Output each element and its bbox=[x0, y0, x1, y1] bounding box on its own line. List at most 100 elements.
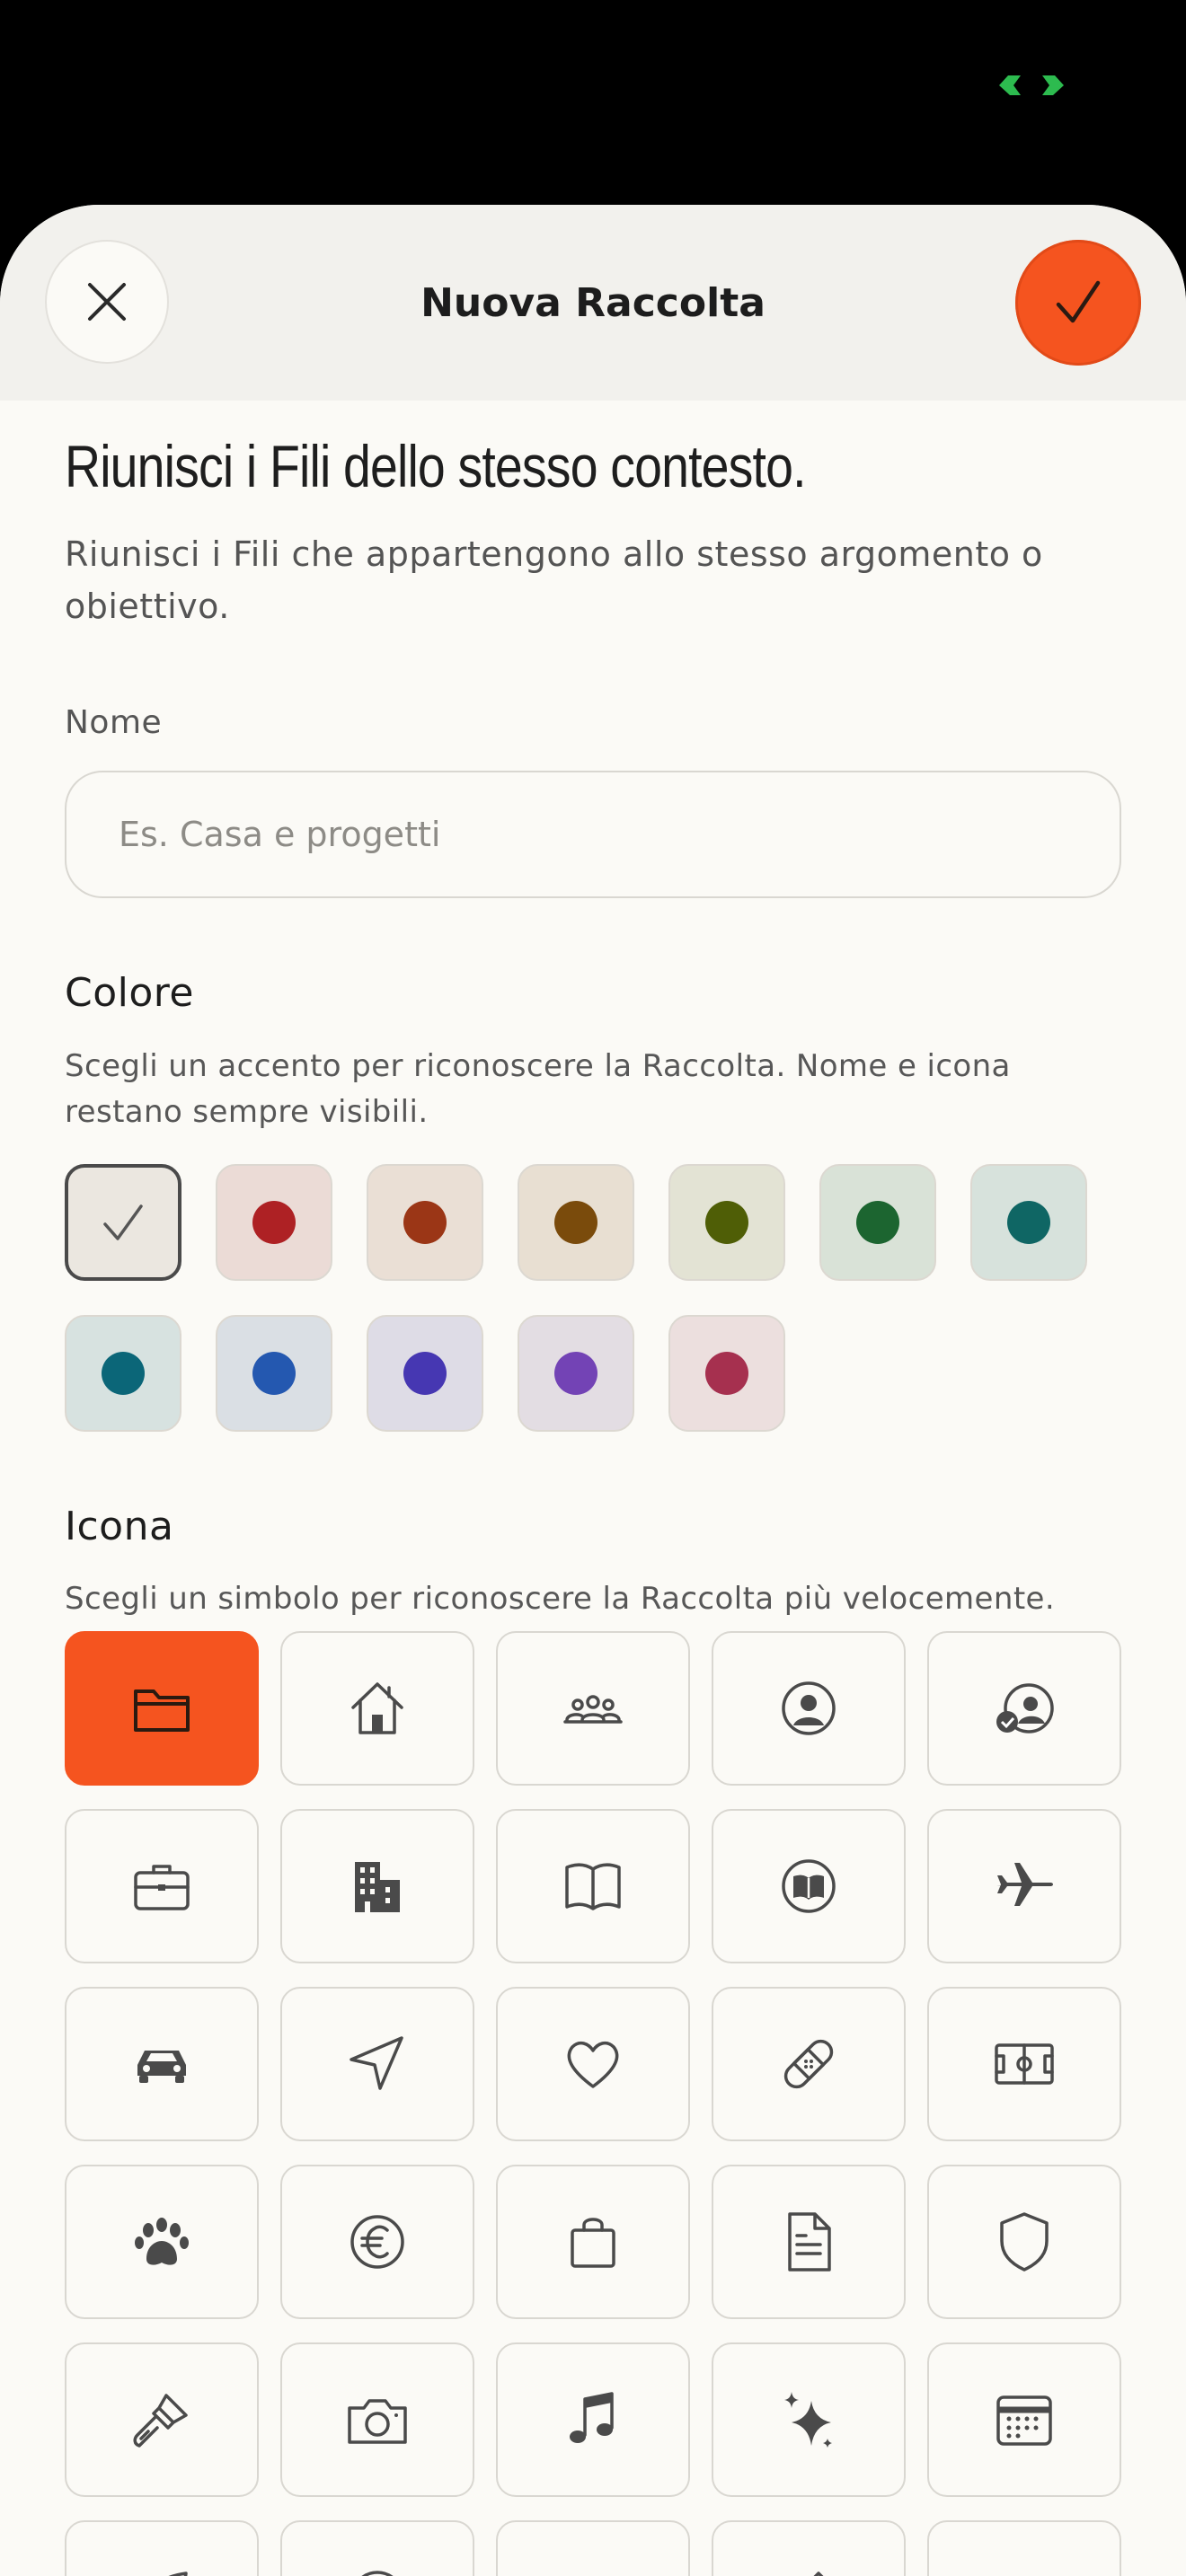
color-dot bbox=[1007, 1201, 1050, 1244]
book-icon bbox=[565, 1863, 621, 1910]
shopping-bag-icon bbox=[571, 2218, 615, 2268]
checkmark-icon bbox=[1056, 280, 1101, 323]
icon-option-house[interactable] bbox=[280, 1631, 474, 1786]
paintbrush-icon bbox=[133, 2394, 188, 2448]
icon-option-heart[interactable] bbox=[496, 1987, 690, 2141]
sheet-header bbox=[0, 205, 1186, 401]
color-swatch-green[interactable] bbox=[819, 1164, 936, 1281]
person-check-icon bbox=[996, 1683, 1054, 1734]
intro-description: Riunisci i Fili che appartengono allo st… bbox=[65, 534, 1043, 626]
gift-icon bbox=[991, 2564, 1058, 2576]
house-icon bbox=[351, 1682, 403, 1734]
icon-option-gift[interactable] bbox=[927, 2520, 1121, 2576]
confirm-button[interactable] bbox=[1015, 240, 1141, 366]
paw-icon bbox=[135, 2218, 189, 2265]
color-dot bbox=[705, 1352, 748, 1395]
icon-option-arrow[interactable] bbox=[496, 2520, 690, 2576]
music-note-icon bbox=[570, 2392, 614, 2443]
icon-option-clock[interactable] bbox=[280, 2520, 474, 2576]
status-bar bbox=[0, 0, 1186, 207]
color-dot bbox=[252, 1201, 296, 1244]
sparkles-icon bbox=[784, 2392, 832, 2448]
icon-option-document[interactable] bbox=[712, 2165, 906, 2319]
icon-option-group[interactable] bbox=[496, 1631, 690, 1786]
icon-option-sparkles[interactable] bbox=[712, 2342, 906, 2497]
icon-option-shopping-bag[interactable] bbox=[496, 2165, 690, 2319]
icon-option-person-circle[interactable] bbox=[712, 1631, 906, 1786]
building-icon bbox=[355, 1862, 400, 1912]
arrow-icon bbox=[560, 2564, 626, 2576]
color-dot bbox=[403, 1352, 447, 1395]
icon-option-book[interactable] bbox=[496, 1809, 690, 1963]
icon-option-building[interactable] bbox=[280, 1809, 474, 1963]
icon-option-pencil[interactable] bbox=[712, 2520, 906, 2576]
icon-option-folder[interactable] bbox=[65, 1631, 259, 1786]
location-arrow-icon bbox=[350, 2036, 403, 2090]
soccer-field-icon bbox=[995, 2043, 1054, 2085]
icon-option-leaf[interactable] bbox=[65, 2520, 259, 2576]
calendar-icon bbox=[996, 2395, 1052, 2446]
name-input[interactable] bbox=[65, 771, 1121, 898]
color-swatch-violet[interactable] bbox=[518, 1315, 634, 1432]
color-swatch-rust[interactable] bbox=[367, 1164, 483, 1281]
briefcase-icon bbox=[134, 1865, 190, 1910]
color-dot bbox=[554, 1352, 597, 1395]
color-dot bbox=[403, 1201, 447, 1244]
icon-option-location-arrow[interactable] bbox=[280, 1987, 474, 2141]
icon-section-description: Scegli un simbolo per riconoscere la Rac… bbox=[65, 1581, 1056, 1617]
icon-option-briefcase[interactable] bbox=[65, 1809, 259, 1963]
color-swatch-raspberry[interactable] bbox=[668, 1315, 785, 1432]
checkmark-icon bbox=[103, 1204, 143, 1240]
clock-icon bbox=[361, 2571, 394, 2576]
icon-option-paintbrush[interactable] bbox=[65, 2342, 259, 2497]
icon-option-person-check[interactable] bbox=[927, 1631, 1121, 1786]
icon-section-title: Icona bbox=[65, 1504, 174, 1549]
color-dot bbox=[554, 1201, 597, 1244]
color-swatch-teal[interactable] bbox=[970, 1164, 1087, 1281]
color-swatch-red[interactable] bbox=[216, 1164, 332, 1281]
camera-icon bbox=[348, 2399, 407, 2444]
icon-option-book-circle[interactable] bbox=[712, 1809, 906, 1963]
car-icon bbox=[137, 2051, 186, 2083]
color-dot bbox=[102, 1352, 145, 1395]
heart-icon bbox=[567, 2041, 619, 2088]
person-circle-icon bbox=[782, 1681, 836, 1735]
link-indicator-icon bbox=[999, 75, 1064, 95]
leaf-icon bbox=[168, 2572, 188, 2576]
new-collection-sheet: Nuova Raccolta Riunisci i Fili dello ste… bbox=[0, 205, 1186, 2576]
icon-option-car[interactable] bbox=[65, 1987, 259, 2141]
icon-option-soccer-field[interactable] bbox=[927, 1987, 1121, 2141]
shield-icon bbox=[1000, 2212, 1049, 2272]
icon-option-paw[interactable] bbox=[65, 2165, 259, 2319]
book-circle-icon bbox=[782, 1859, 836, 1913]
airplane-icon bbox=[996, 1863, 1053, 1906]
icon-option-calendar[interactable] bbox=[927, 2342, 1121, 2497]
euro-icon bbox=[350, 2215, 404, 2269]
document-icon bbox=[788, 2212, 831, 2272]
icon-option-airplane[interactable] bbox=[927, 1809, 1121, 1963]
color-dot bbox=[252, 1352, 296, 1395]
color-dot bbox=[856, 1201, 899, 1244]
color-section-description: Scegli un accento per riconoscere la Rac… bbox=[65, 1048, 1011, 1130]
color-swatch-cyan[interactable] bbox=[65, 1315, 181, 1432]
pencil-icon bbox=[813, 2572, 824, 2576]
group-icon bbox=[563, 1695, 623, 1724]
close-icon bbox=[88, 283, 126, 321]
color-section-title: Colore bbox=[65, 970, 194, 1016]
icon-option-euro[interactable] bbox=[280, 2165, 474, 2319]
name-label: Nome bbox=[65, 704, 163, 741]
icon-option-shield[interactable] bbox=[927, 2165, 1121, 2319]
color-swatch-olive[interactable] bbox=[668, 1164, 785, 1281]
close-button[interactable] bbox=[45, 240, 169, 364]
intro-heading: Riunisci i Fili dello stesso contesto. bbox=[65, 433, 807, 499]
icon-option-music-note[interactable] bbox=[496, 2342, 690, 2497]
color-swatch-blue[interactable] bbox=[216, 1315, 332, 1432]
color-swatch-indigo[interactable] bbox=[367, 1315, 483, 1432]
color-swatch-amber[interactable] bbox=[518, 1164, 634, 1281]
icon-option-camera[interactable] bbox=[280, 2342, 474, 2497]
bandage-icon bbox=[783, 2039, 834, 2089]
color-dot bbox=[705, 1201, 748, 1244]
folder-icon bbox=[134, 1689, 190, 1732]
icon-option-bandage[interactable] bbox=[712, 1987, 906, 2141]
color-swatch-neutral[interactable] bbox=[65, 1164, 181, 1281]
